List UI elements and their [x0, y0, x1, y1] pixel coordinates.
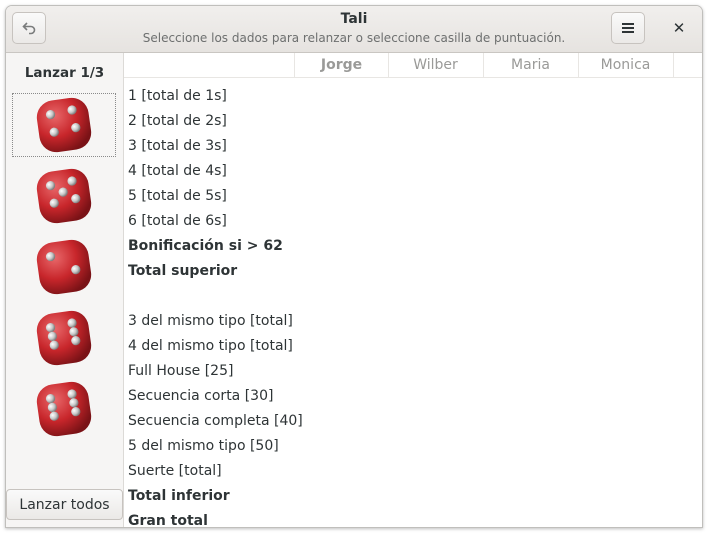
score-category-label[interactable]: Gran total: [128, 512, 208, 527]
score-category-label[interactable]: 6 [total de 6s]: [128, 212, 227, 230]
die-2[interactable]: [12, 164, 116, 228]
player-name: Maria: [483, 53, 577, 77]
die-3[interactable]: [12, 235, 116, 299]
scoreboard: Jorge Wilber Maria Monica 1 [total de 1s…: [124, 53, 702, 527]
die-icon: [36, 97, 92, 153]
die-icon: [36, 168, 92, 224]
die-1[interactable]: [12, 93, 116, 157]
score-category-label[interactable]: 2 [total de 2s]: [128, 112, 227, 130]
score-category-label[interactable]: Total inferior: [128, 487, 230, 505]
roll-all-button[interactable]: Lanzar todos: [6, 489, 123, 520]
header-bar: Tali Seleccione los dados para relanzar …: [6, 6, 702, 53]
score-category-label[interactable]: 4 [total de 4s]: [128, 162, 227, 180]
die-icon: [36, 239, 92, 295]
score-category-label[interactable]: 5 del mismo tipo [50]: [128, 437, 279, 455]
die-icon: [36, 310, 92, 366]
die-icon: [36, 381, 92, 437]
close-button[interactable]: ✕: [668, 17, 690, 39]
score-category-label[interactable]: Secuencia corta [30]: [128, 387, 273, 405]
score-category-label[interactable]: 5 [total de 5s]: [128, 187, 227, 205]
score-category-label[interactable]: Suerte [total]: [128, 462, 222, 480]
score-category-label[interactable]: Secuencia completa [40]: [128, 412, 303, 430]
die-5[interactable]: [12, 377, 116, 441]
player-name: Monica: [578, 53, 672, 77]
die-4[interactable]: [12, 306, 116, 370]
score-category-label[interactable]: 1 [total de 1s]: [128, 87, 227, 105]
window-title: Tali: [340, 11, 368, 27]
score-category-label[interactable]: 3 del mismo tipo [total]: [128, 312, 293, 330]
player-header: Jorge Wilber Maria Monica: [124, 53, 702, 78]
menu-button[interactable]: [611, 12, 645, 44]
score-category-label[interactable]: Bonificación si > 62: [128, 237, 283, 255]
player-column-end: [673, 53, 702, 77]
score-category-label[interactable]: 3 [total de 3s]: [128, 137, 227, 155]
score-category-label[interactable]: 4 del mismo tipo [total]: [128, 337, 293, 355]
dice-sidebar: Lanzar 1/3 Lanzar todos: [6, 53, 124, 527]
player-name: Jorge: [294, 53, 388, 77]
app-window: Tali Seleccione los dados para relanzar …: [5, 5, 703, 528]
close-icon: ✕: [672, 19, 686, 37]
roll-counter: Lanzar 1/3: [24, 65, 105, 81]
window-subtitle: Seleccione los dados para relanzar o sel…: [142, 31, 566, 45]
score-category-label[interactable]: Total superior: [128, 262, 237, 280]
score-category-label[interactable]: Full House [25]: [128, 362, 233, 380]
hamburger-icon: [622, 23, 634, 33]
player-name: Wilber: [388, 53, 482, 77]
